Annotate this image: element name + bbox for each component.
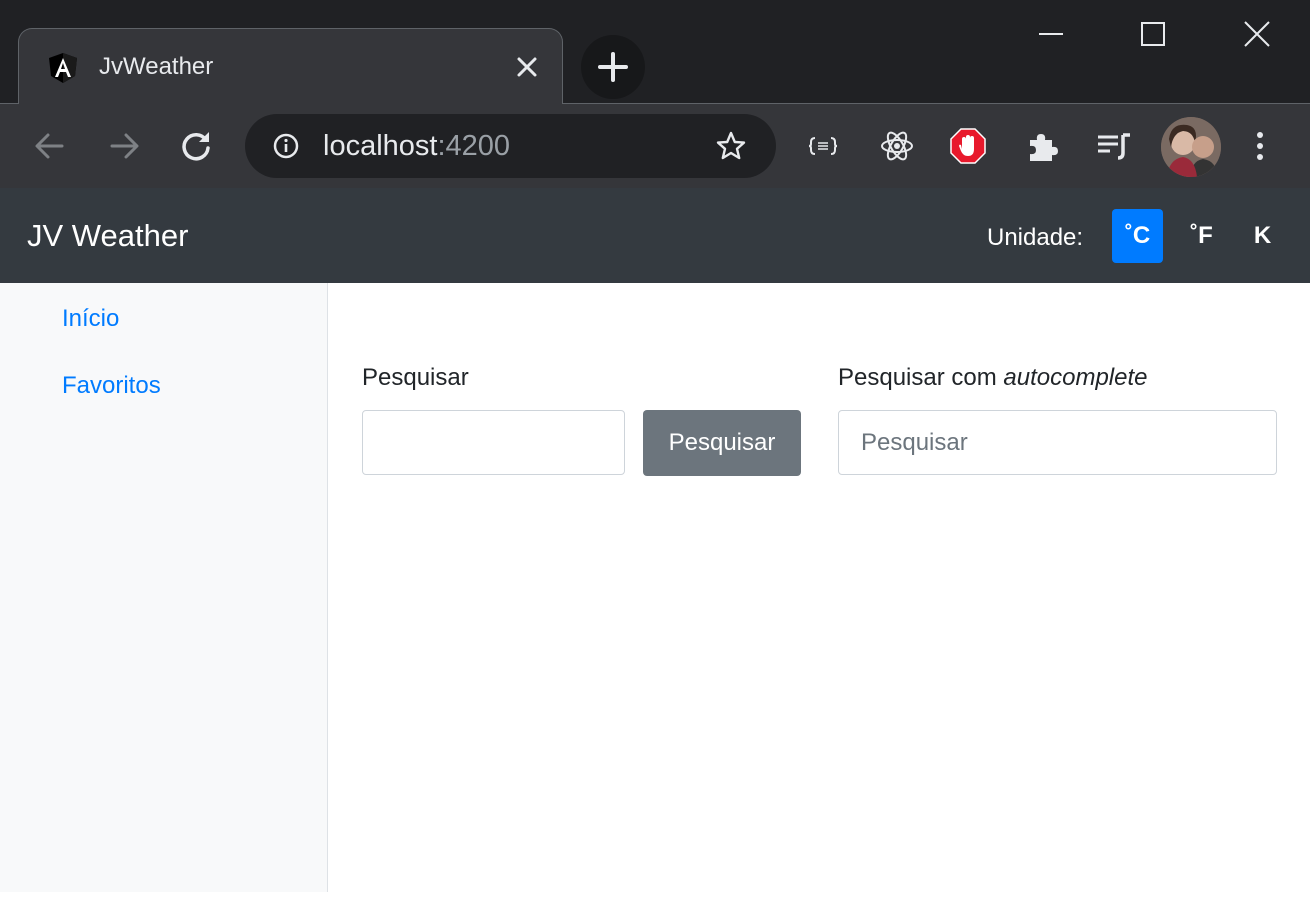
close-window-icon[interactable] [1236,14,1278,54]
tab-close-icon[interactable] [514,54,540,80]
app-navbar: JV Weather Unidade: ˚C ˚F K [0,188,1310,283]
minimize-window-icon[interactable] [1030,14,1072,54]
autocomplete-label-prefix: Pesquisar com [838,364,1004,391]
braces-icon [808,137,838,155]
address-host: localhost [323,130,438,162]
new-tab-button[interactable] [581,35,645,99]
react-devtools-extension-icon[interactable] [878,126,916,166]
autocomplete-label-emphasis: autocomplete [1003,364,1148,391]
back-arrow-icon[interactable] [30,126,70,166]
playlist-music-icon [1098,133,1130,160]
reload-icon[interactable] [176,126,216,166]
address-bar[interactable]: localhost:4200 [245,114,776,178]
sidebar-item-favoritos[interactable]: Favoritos [62,372,161,400]
unit-fahrenheit-button[interactable]: ˚F [1176,209,1227,263]
profile-photo-icon [1161,117,1221,177]
main-content: Pesquisar Pesquisar Pesquisar com autoco… [328,283,1310,892]
unit-label: Unidade: [987,224,1084,251]
json-viewer-extension-icon[interactable] [804,126,842,166]
autocomplete-label: Pesquisar com autocomplete [838,364,1148,392]
sidebar-item-inicio[interactable]: Início [62,305,119,333]
browser-toolbar: localhost:4200 [0,104,1310,188]
address-url: localhost:4200 [323,130,510,163]
extensions-puzzle-icon[interactable] [1023,126,1061,166]
adblock-extension-icon[interactable] [949,126,987,166]
media-queue-icon[interactable] [1095,126,1133,166]
browser-tab[interactable]: JvWeather [18,28,563,105]
puzzle-icon [1030,134,1058,161]
autocomplete-search-input[interactable] [838,410,1277,475]
search-button[interactable]: Pesquisar [643,410,801,476]
brand-title[interactable]: JV Weather [27,218,188,254]
address-port: :4200 [437,130,511,162]
plus-icon [598,52,628,82]
search-input[interactable] [362,410,625,475]
tab-title: JvWeather [99,53,214,80]
profile-avatar[interactable] [1161,117,1221,177]
maximize-window-icon[interactable] [1132,14,1174,54]
forward-arrow-icon[interactable] [104,126,144,166]
search-label: Pesquisar [362,364,469,391]
site-info-icon[interactable] [273,133,299,159]
browser-menu-icon[interactable] [1240,126,1280,166]
browser-tab-strip: JvWeather [0,0,1310,105]
unit-celsius-button[interactable]: ˚C [1112,209,1163,263]
unit-kelvin-button[interactable]: K [1237,209,1288,263]
angular-favicon-icon [49,53,77,83]
sidebar: Início Favoritos [0,283,328,892]
react-atom-icon [881,131,913,161]
bookmark-star-icon[interactable] [715,130,747,162]
stop-hand-icon [950,128,986,164]
